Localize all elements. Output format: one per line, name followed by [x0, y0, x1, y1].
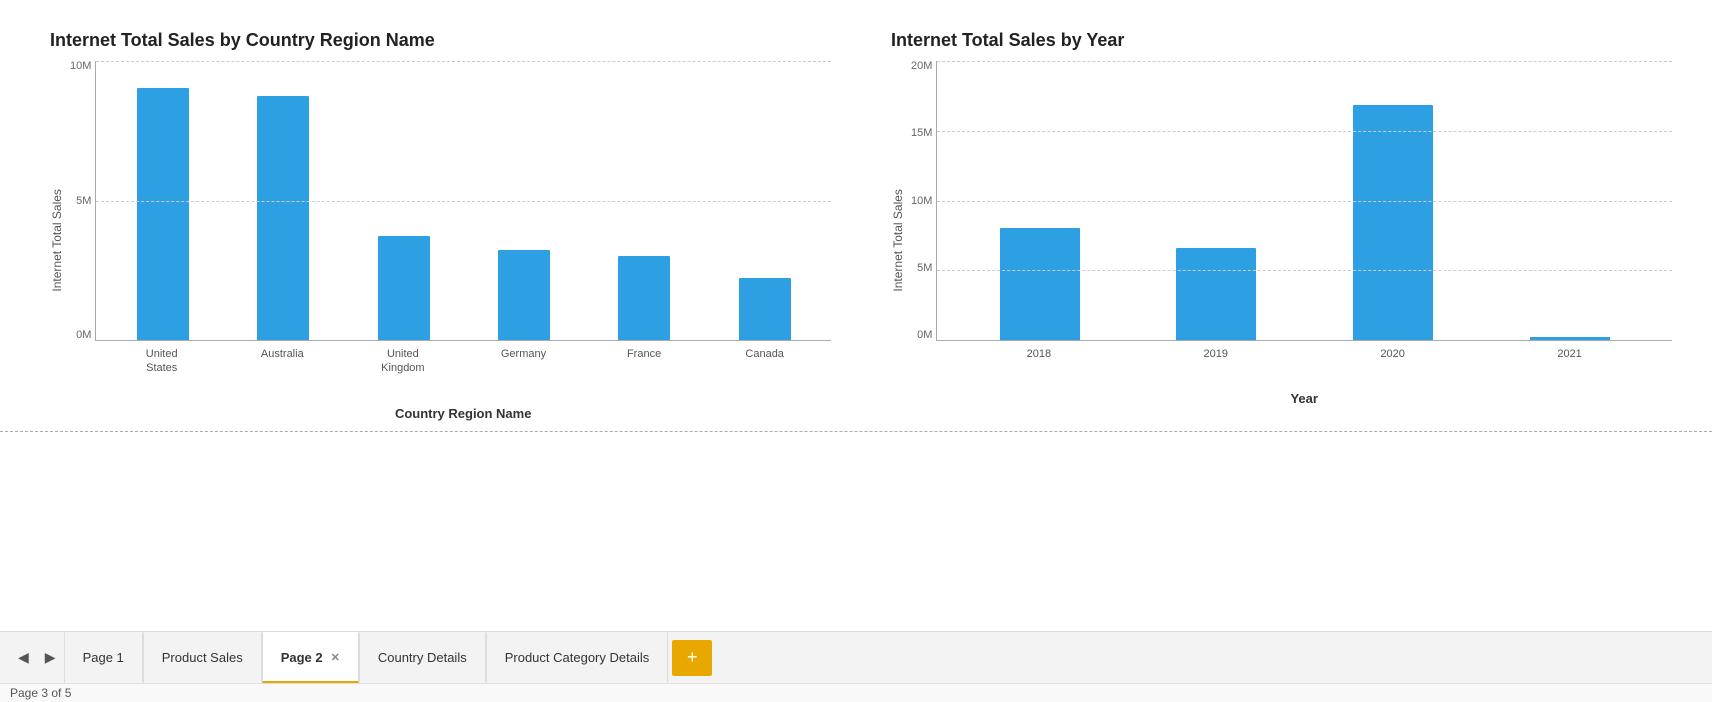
- y-tick: 20M: [911, 61, 932, 72]
- right-chart-title: Internet Total Sales by Year: [891, 30, 1672, 51]
- left-bars-row: [95, 61, 831, 341]
- bar-united-kingdom: [378, 236, 430, 340]
- bar-2018: [1000, 228, 1080, 340]
- status-bar: Page 3 of 5: [0, 683, 1712, 702]
- tab-product-sales-label: Product Sales: [162, 650, 243, 665]
- grid-line: [937, 131, 1672, 132]
- spacer: [0, 432, 1712, 631]
- y-tick: 0M: [917, 330, 932, 341]
- bar-col: [709, 278, 821, 340]
- bar-col-2019: [1134, 248, 1299, 340]
- y-tick: 10M: [911, 196, 932, 207]
- nav-prev-button[interactable]: ◀: [10, 645, 37, 670]
- right-bars-area: 2018 2019 2020 2021 Year: [936, 61, 1672, 421]
- bar-col-2018: [957, 228, 1122, 340]
- bar-2019: [1176, 248, 1256, 340]
- tab-page1[interactable]: Page 1: [64, 632, 143, 683]
- tab-page1-label: Page 1: [83, 650, 124, 665]
- bar-2020: [1353, 105, 1433, 340]
- x-label-united-states: UnitedStates: [105, 347, 218, 376]
- bar-col-2021: [1487, 337, 1652, 340]
- bar-col: [347, 236, 459, 340]
- status-text: Page 3 of 5: [10, 686, 71, 700]
- y-tick: 5M: [76, 196, 91, 207]
- bar-france: [618, 256, 670, 340]
- y-tick: 0M: [76, 330, 91, 341]
- right-bars-row: [936, 61, 1672, 341]
- x-label-germany: Germany: [467, 347, 580, 376]
- right-x-axis-title: Year: [936, 391, 1672, 406]
- left-chart: Internet Total Sales by Country Region N…: [50, 30, 831, 421]
- bar-col: [106, 88, 218, 340]
- x-label-2021: 2021: [1487, 347, 1652, 361]
- grid-line: [937, 61, 1672, 62]
- tabs-bar: ◀ ▶ Page 1 Product Sales Page 2 ✕ Countr…: [0, 631, 1712, 683]
- y-tick: 15M: [911, 128, 932, 139]
- x-label-australia: Australia: [226, 347, 339, 376]
- left-y-axis-label: Internet Total Sales: [50, 61, 64, 421]
- tab-product-sales[interactable]: Product Sales: [143, 632, 262, 683]
- right-y-ticks: 20M 15M 10M 5M 0M: [911, 61, 932, 341]
- bar-australia: [257, 96, 309, 340]
- tab-page2-label: Page 2: [281, 650, 323, 665]
- bar-col: [588, 256, 700, 340]
- x-label-2020: 2020: [1310, 347, 1475, 361]
- bar-col: [227, 96, 339, 340]
- x-label-france: France: [588, 347, 701, 376]
- nav-next-button[interactable]: ▶: [37, 645, 64, 670]
- bar-col: [468, 250, 580, 340]
- bar-2021-line: [1530, 337, 1610, 340]
- bar-col-2020: [1311, 105, 1476, 340]
- y-tick: 5M: [917, 263, 932, 274]
- x-label-2018: 2018: [956, 347, 1121, 361]
- left-x-labels: UnitedStates Australia UnitedKingdom Ger…: [95, 341, 831, 376]
- bar-canada: [739, 278, 791, 340]
- left-x-axis-title: Country Region Name: [95, 406, 831, 421]
- x-label-canada: Canada: [708, 347, 821, 376]
- right-x-labels: 2018 2019 2020 2021: [936, 341, 1672, 361]
- bar-germany: [498, 250, 550, 340]
- x-label-2019: 2019: [1133, 347, 1298, 361]
- grid-line: [937, 201, 1672, 202]
- left-y-ticks: 10M 5M 0M: [70, 61, 91, 341]
- right-y-axis-label: Internet Total Sales: [891, 61, 905, 421]
- tab-page2-close[interactable]: ✕: [331, 651, 340, 664]
- tab-country-details-label: Country Details: [378, 650, 467, 665]
- tab-product-category-details[interactable]: Product Category Details: [486, 632, 669, 683]
- grid-line: [96, 61, 831, 62]
- y-tick: 10M: [70, 61, 91, 72]
- charts-area: Internet Total Sales by Country Region N…: [0, 0, 1712, 431]
- left-chart-title: Internet Total Sales by Country Region N…: [50, 30, 831, 51]
- right-chart: Internet Total Sales by Year Internet To…: [891, 30, 1672, 421]
- add-tab-button[interactable]: +: [672, 640, 712, 676]
- tab-product-category-details-label: Product Category Details: [505, 650, 650, 665]
- x-label-united-kingdom: UnitedKingdom: [347, 347, 460, 376]
- tab-country-details[interactable]: Country Details: [359, 632, 486, 683]
- tab-page2[interactable]: Page 2 ✕: [262, 632, 359, 683]
- left-bars-area: UnitedStates Australia UnitedKingdom Ger…: [95, 61, 831, 421]
- bar-united-states: [137, 88, 189, 340]
